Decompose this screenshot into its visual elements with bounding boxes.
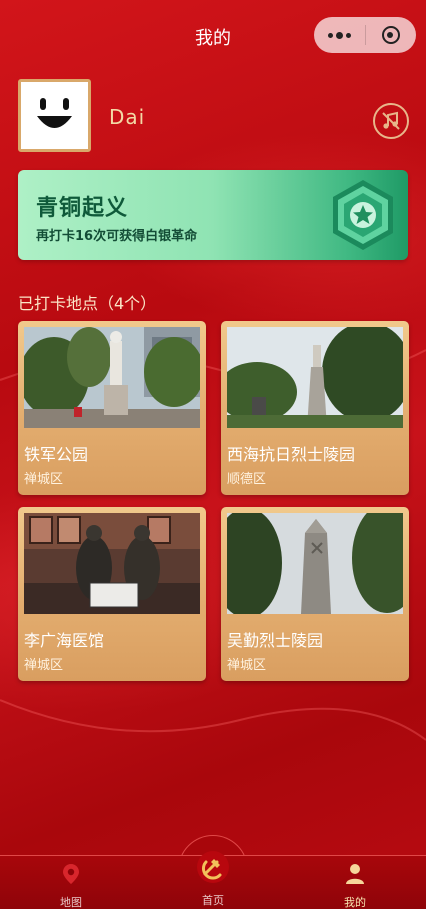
place-district: 顺德区 [227,472,267,487]
music-off-icon [382,111,400,130]
tab-label: 地图 [60,896,82,909]
medal-title: 青铜起义 [36,196,129,221]
place-card[interactable]: 吴勤烈士陵园 禅城区 [221,507,409,681]
background-wave [0,699,426,741]
tab-home[interactable]: 首页 [173,850,253,908]
bronze-sculpture-photo [24,513,200,614]
more-button[interactable] [314,17,365,53]
star-hexagon-badge-icon [333,180,393,250]
place-district: 禅城区 [24,472,64,487]
place-district: 禅城区 [227,658,267,673]
smiley-face-icon [37,98,72,128]
monument-tower-photo [227,513,403,614]
place-card[interactable]: 李广海医馆 禅城区 [18,507,206,681]
place-district: 禅城区 [24,658,64,673]
tab-label: 首页 [202,894,224,907]
medal-subtitle: 再打卡16次可获得白银革命 [36,229,198,244]
place-card[interactable]: 西海抗日烈士陵园 顺德区 [221,321,409,495]
music-toggle-button[interactable] [373,103,409,139]
party-emblem-icon [197,851,229,883]
more-dots-icon [327,31,351,39]
tab-label: 我的 [344,896,366,909]
map-pin-icon [63,864,79,884]
statue-park-photo [24,327,200,428]
memorial-stairs-photo [227,327,403,428]
place-card[interactable]: 铁军公园 禅城区 [18,321,206,495]
tab-map[interactable]: 地图 [31,862,111,909]
medal-card[interactable]: 青铜起义 再打卡16次可获得白银革命 [18,170,408,260]
user-icon [346,864,364,884]
place-name: 吴勤烈士陵园 [227,631,324,650]
place-name: 西海抗日烈士陵园 [227,445,356,464]
miniprogram-capsule [314,17,416,53]
close-button[interactable] [365,17,416,53]
checkin-section-title: 已打卡地点（4个） [18,294,157,313]
place-name: 李广海医馆 [24,631,105,650]
username: Dai [109,105,146,129]
place-name: 铁军公园 [24,445,89,464]
avatar[interactable] [18,79,91,152]
tab-mine[interactable]: 我的 [315,862,395,909]
miniprogram-close-icon [381,26,400,44]
